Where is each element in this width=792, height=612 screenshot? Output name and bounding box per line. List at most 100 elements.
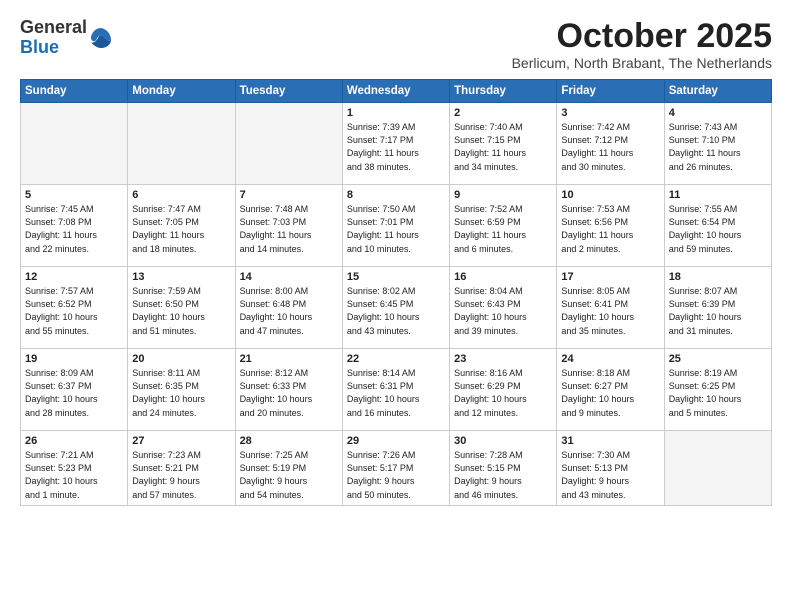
day-info: Sunrise: 8:09 AM Sunset: 6:37 PM Dayligh… [25, 367, 123, 419]
calendar-week-2: 5 Sunrise: 7:45 AM Sunset: 7:08 PM Daylig… [21, 185, 772, 267]
day-info: Sunrise: 8:04 AM Sunset: 6:43 PM Dayligh… [454, 285, 552, 337]
day-number: 2 [454, 107, 552, 119]
calendar-cell: 17 Sunrise: 8:05 AM Sunset: 6:41 PM Dayli… [557, 267, 664, 349]
day-info: Sunrise: 8:18 AM Sunset: 6:27 PM Dayligh… [561, 367, 659, 419]
day-info: Sunrise: 8:07 AM Sunset: 6:39 PM Dayligh… [669, 285, 767, 337]
calendar-cell: 26 Sunrise: 7:21 AM Sunset: 5:23 PM Dayli… [21, 431, 128, 505]
calendar-week-4: 19 Sunrise: 8:09 AM Sunset: 6:37 PM Dayli… [21, 349, 772, 431]
day-number: 26 [25, 435, 123, 447]
day-number: 16 [454, 271, 552, 283]
day-number: 23 [454, 353, 552, 365]
calendar-cell: 5 Sunrise: 7:45 AM Sunset: 7:08 PM Daylig… [21, 185, 128, 267]
day-info: Sunrise: 8:16 AM Sunset: 6:29 PM Dayligh… [454, 367, 552, 419]
calendar-cell: 25 Sunrise: 8:19 AM Sunset: 6:25 PM Dayli… [664, 349, 771, 431]
calendar-cell: 13 Sunrise: 7:59 AM Sunset: 6:50 PM Dayli… [128, 267, 235, 349]
day-number: 9 [454, 189, 552, 201]
header-monday: Monday [128, 80, 235, 103]
day-info: Sunrise: 7:50 AM Sunset: 7:01 PM Dayligh… [347, 203, 445, 255]
calendar-cell: 8Sunrise: 7:50 AM Sunset: 7:01 PM Daylig… [342, 185, 449, 267]
calendar-cell: 10 Sunrise: 7:53 AM Sunset: 6:56 PM Dayli… [557, 185, 664, 267]
calendar-title: October 2025 [512, 18, 772, 55]
calendar-cell: 31Sunrise: 7:30 AM Sunset: 5:13 PM Dayli… [557, 431, 664, 505]
day-number: 30 [454, 435, 552, 447]
calendar-cell: 16 Sunrise: 8:04 AM Sunset: 6:43 PM Dayli… [450, 267, 557, 349]
day-number: 19 [25, 353, 123, 365]
day-info: Sunrise: 8:00 AM Sunset: 6:48 PM Dayligh… [240, 285, 338, 337]
calendar-cell: 28 Sunrise: 7:25 AM Sunset: 5:19 PM Dayli… [235, 431, 342, 505]
day-info: Sunrise: 7:21 AM Sunset: 5:23 PM Dayligh… [25, 449, 123, 501]
calendar-week-1: 1Sunrise: 7:39 AM Sunset: 7:17 PM Daylig… [21, 103, 772, 185]
calendar-table: Sunday Monday Tuesday Wednesday Thursday… [20, 79, 772, 505]
logo-icon [89, 26, 113, 50]
day-number: 10 [561, 189, 659, 201]
calendar-cell: 12 Sunrise: 7:57 AM Sunset: 6:52 PM Dayli… [21, 267, 128, 349]
day-number: 11 [669, 189, 767, 201]
day-info: Sunrise: 7:30 AM Sunset: 5:13 PM Dayligh… [561, 449, 659, 501]
day-number: 13 [132, 271, 230, 283]
day-number: 17 [561, 271, 659, 283]
calendar-cell: 22 Sunrise: 8:14 AM Sunset: 6:31 PM Dayli… [342, 349, 449, 431]
day-info: Sunrise: 8:14 AM Sunset: 6:31 PM Dayligh… [347, 367, 445, 419]
calendar-cell: 21 Sunrise: 8:12 AM Sunset: 6:33 PM Dayli… [235, 349, 342, 431]
calendar-cell: 27Sunrise: 7:23 AM Sunset: 5:21 PM Dayli… [128, 431, 235, 505]
title-area: October 2025 Berlicum, North Brabant, Th… [512, 18, 772, 71]
calendar-cell: 14 Sunrise: 8:00 AM Sunset: 6:48 PM Dayli… [235, 267, 342, 349]
calendar-cell: 15Sunrise: 8:02 AM Sunset: 6:45 PM Dayli… [342, 267, 449, 349]
header-wednesday: Wednesday [342, 80, 449, 103]
header: General Blue October 2025 Berlicum, Nort… [20, 18, 772, 71]
day-info: Sunrise: 7:43 AM Sunset: 7:10 PM Dayligh… [669, 121, 767, 173]
day-info: Sunrise: 8:05 AM Sunset: 6:41 PM Dayligh… [561, 285, 659, 337]
day-number: 3 [561, 107, 659, 119]
day-info: Sunrise: 7:23 AM Sunset: 5:21 PM Dayligh… [132, 449, 230, 501]
day-info: Sunrise: 8:12 AM Sunset: 6:33 PM Dayligh… [240, 367, 338, 419]
header-sunday: Sunday [21, 80, 128, 103]
calendar-cell [21, 103, 128, 185]
header-saturday: Saturday [664, 80, 771, 103]
calendar-cell: 18Sunrise: 8:07 AM Sunset: 6:39 PM Dayli… [664, 267, 771, 349]
calendar-week-5: 26 Sunrise: 7:21 AM Sunset: 5:23 PM Dayli… [21, 431, 772, 505]
calendar-cell: 1Sunrise: 7:39 AM Sunset: 7:17 PM Daylig… [342, 103, 449, 185]
calendar-cell: 29Sunrise: 7:26 AM Sunset: 5:17 PM Dayli… [342, 431, 449, 505]
day-number: 6 [132, 189, 230, 201]
day-number: 14 [240, 271, 338, 283]
logo-blue-text: Blue [20, 37, 59, 57]
calendar-cell: 9 Sunrise: 7:52 AM Sunset: 6:59 PM Daylig… [450, 185, 557, 267]
day-info: Sunrise: 7:40 AM Sunset: 7:15 PM Dayligh… [454, 121, 552, 173]
day-info: Sunrise: 7:45 AM Sunset: 7:08 PM Dayligh… [25, 203, 123, 255]
day-info: Sunrise: 7:53 AM Sunset: 6:56 PM Dayligh… [561, 203, 659, 255]
calendar-cell: 6Sunrise: 7:47 AM Sunset: 7:05 PM Daylig… [128, 185, 235, 267]
calendar-cell: 2 Sunrise: 7:40 AM Sunset: 7:15 PM Daylig… [450, 103, 557, 185]
day-number: 12 [25, 271, 123, 283]
day-number: 22 [347, 353, 445, 365]
day-number: 28 [240, 435, 338, 447]
day-number: 15 [347, 271, 445, 283]
calendar-cell: 4Sunrise: 7:43 AM Sunset: 7:10 PM Daylig… [664, 103, 771, 185]
day-info: Sunrise: 8:11 AM Sunset: 6:35 PM Dayligh… [132, 367, 230, 419]
day-info: Sunrise: 7:25 AM Sunset: 5:19 PM Dayligh… [240, 449, 338, 501]
day-number: 20 [132, 353, 230, 365]
day-info: Sunrise: 7:28 AM Sunset: 5:15 PM Dayligh… [454, 449, 552, 501]
header-tuesday: Tuesday [235, 80, 342, 103]
calendar-cell: 19 Sunrise: 8:09 AM Sunset: 6:37 PM Dayli… [21, 349, 128, 431]
calendar-cell: 20 Sunrise: 8:11 AM Sunset: 6:35 PM Dayli… [128, 349, 235, 431]
day-number: 21 [240, 353, 338, 365]
calendar-cell [235, 103, 342, 185]
calendar-page: General Blue October 2025 Berlicum, Nort… [0, 0, 792, 612]
day-number: 25 [669, 353, 767, 365]
day-number: 7 [240, 189, 338, 201]
calendar-cell [128, 103, 235, 185]
day-number: 5 [25, 189, 123, 201]
day-info: Sunrise: 7:57 AM Sunset: 6:52 PM Dayligh… [25, 285, 123, 337]
day-info: Sunrise: 7:55 AM Sunset: 6:54 PM Dayligh… [669, 203, 767, 255]
calendar-cell: 3Sunrise: 7:42 AM Sunset: 7:12 PM Daylig… [557, 103, 664, 185]
day-info: Sunrise: 8:19 AM Sunset: 6:25 PM Dayligh… [669, 367, 767, 419]
day-info: Sunrise: 7:59 AM Sunset: 6:50 PM Dayligh… [132, 285, 230, 337]
calendar-week-3: 12 Sunrise: 7:57 AM Sunset: 6:52 PM Dayli… [21, 267, 772, 349]
day-info: Sunrise: 7:52 AM Sunset: 6:59 PM Dayligh… [454, 203, 552, 255]
day-info: Sunrise: 7:48 AM Sunset: 7:03 PM Dayligh… [240, 203, 338, 255]
day-info: Sunrise: 7:26 AM Sunset: 5:17 PM Dayligh… [347, 449, 445, 501]
header-thursday: Thursday [450, 80, 557, 103]
logo-general-text: General [20, 17, 87, 37]
calendar-cell: 11 Sunrise: 7:55 AM Sunset: 6:54 PM Dayli… [664, 185, 771, 267]
calendar-subtitle: Berlicum, North Brabant, The Netherlands [512, 55, 772, 71]
